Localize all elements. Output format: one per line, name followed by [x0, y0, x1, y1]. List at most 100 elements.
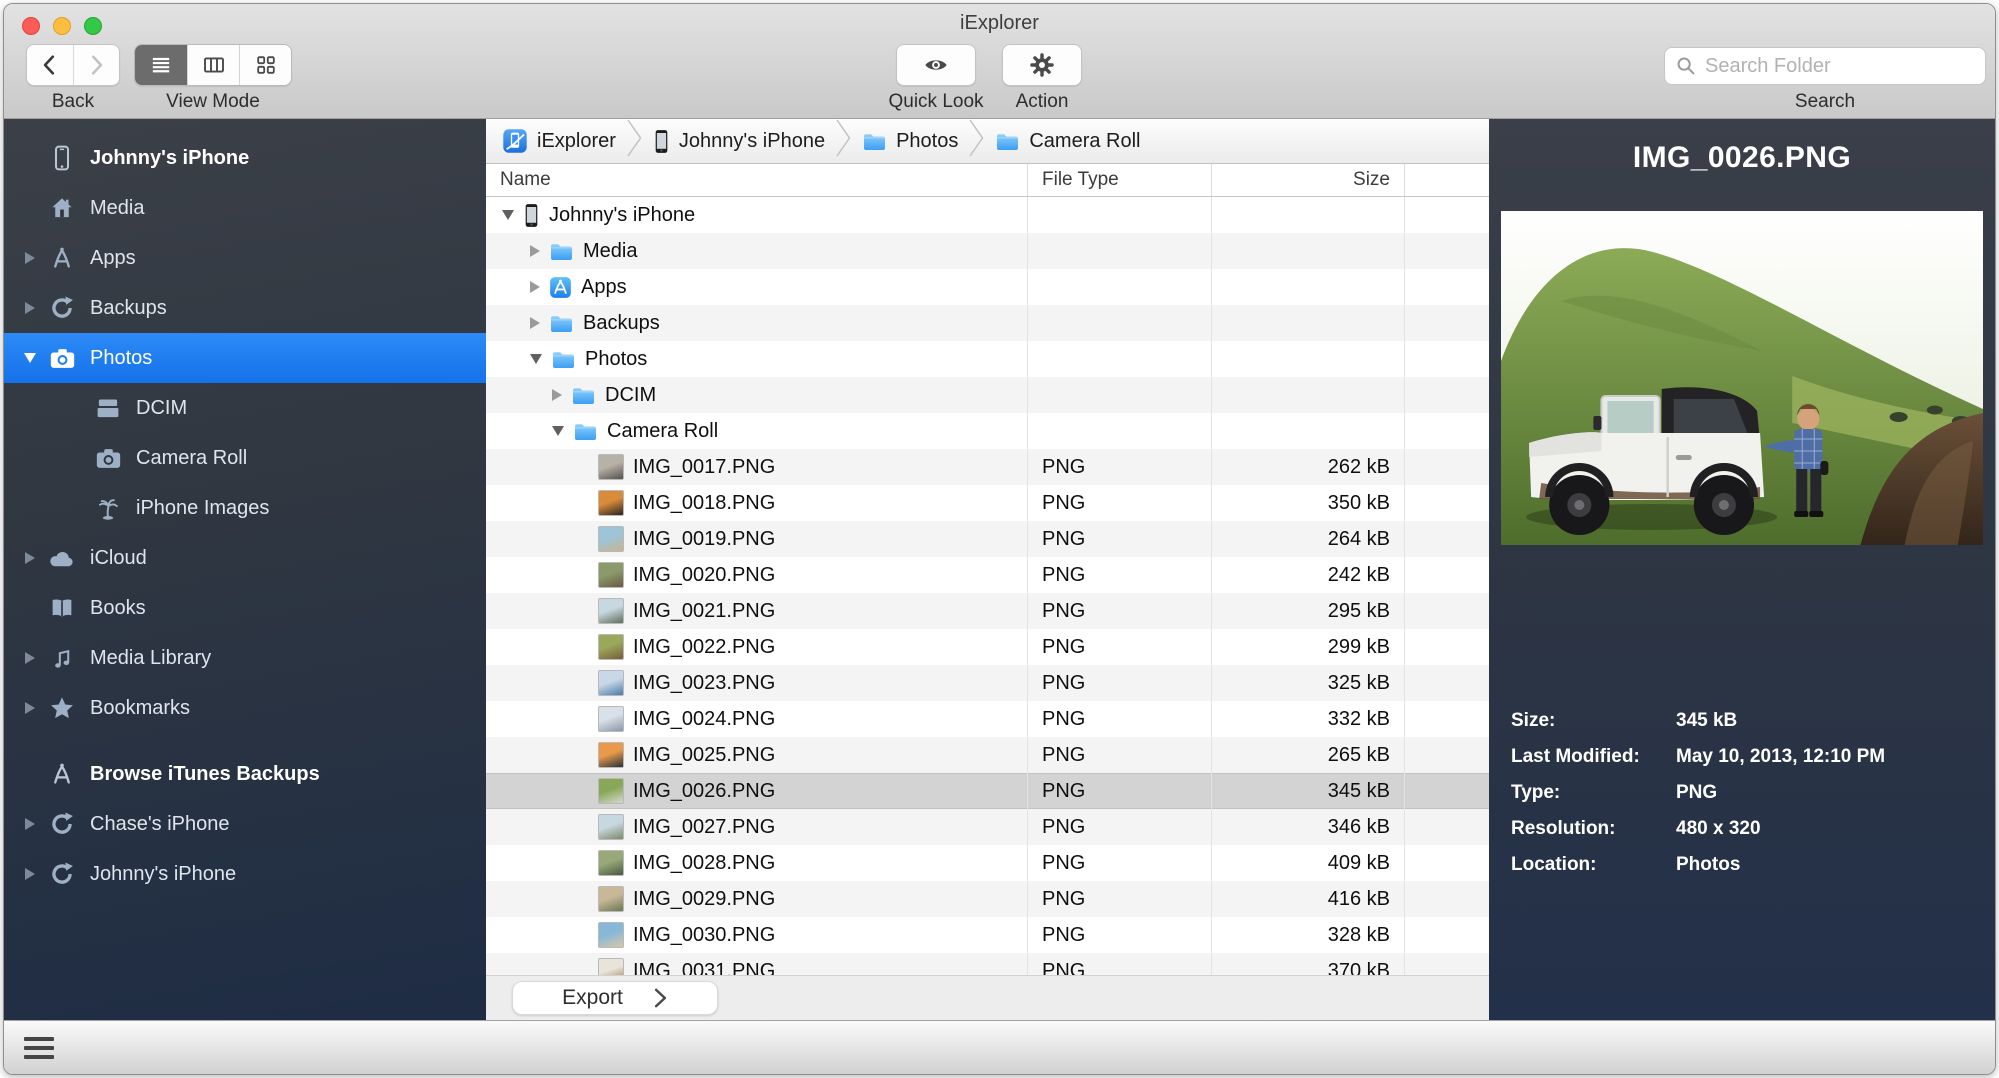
photo-thumbnail-icon	[598, 742, 624, 768]
quick-look-button[interactable]	[896, 44, 976, 86]
sidebar-item-label: Chase's iPhone	[90, 813, 229, 836]
sidebar-item-iphone-images[interactable]: iPhone Images	[4, 483, 486, 533]
table-row-img-0030-png[interactable]: IMG_0030.PNGPNG328 kB	[486, 917, 1489, 953]
disclosure-open-icon[interactable]	[22, 353, 38, 363]
sidebar-item-johnny-s-iphone[interactable]: Johnny's iPhone	[4, 133, 486, 183]
sidebar-item-media[interactable]: Media	[4, 183, 486, 233]
preview-panel: IMG_0026.PNG	[1489, 119, 1995, 1020]
forward-button[interactable]	[73, 45, 119, 85]
row-spacer-cell	[1404, 521, 1489, 557]
file-type-cell	[1027, 341, 1211, 377]
table-row-img-0018-png[interactable]: IMG_0018.PNGPNG350 kB	[486, 485, 1489, 521]
disclosure-open-icon[interactable]	[530, 354, 542, 364]
row-spacer-cell	[1404, 665, 1489, 701]
search-input[interactable]	[1705, 55, 1975, 78]
table-row-img-0027-png[interactable]: IMG_0027.PNGPNG346 kB	[486, 809, 1489, 845]
table-row-img-0028-png[interactable]: IMG_0028.PNGPNG409 kB	[486, 845, 1489, 881]
sidebar-item-label: Bookmarks	[90, 697, 190, 720]
file-name: Apps	[581, 276, 627, 299]
column-header-name[interactable]: Name	[486, 169, 1027, 191]
table-row-img-0020-png[interactable]: IMG_0020.PNGPNG242 kB	[486, 557, 1489, 593]
iphone-outline-icon	[46, 144, 78, 172]
sidebar-item-dcim[interactable]: DCIM	[4, 383, 486, 433]
file-size-cell: 409 kB	[1211, 845, 1404, 881]
table-row-johnny-s-iphone[interactable]: Johnny's iPhone	[486, 197, 1489, 233]
search-field[interactable]	[1664, 47, 1986, 85]
sidebar-item-chase-s-iphone[interactable]: Chase's iPhone	[4, 799, 486, 849]
column-header-file-type[interactable]: File Type	[1027, 164, 1211, 196]
breadcrumb-item-iexplorer[interactable]: iExplorer	[502, 128, 616, 154]
sidebar-item-icloud[interactable]: iCloud	[4, 533, 486, 583]
sidebar: Johnny's iPhone MediaAppsBackups Photos DCI…	[4, 119, 486, 1020]
meta-label: Resolution:	[1511, 818, 1676, 840]
export-button[interactable]: Export	[512, 981, 718, 1015]
disclosure-closed-icon[interactable]	[22, 552, 38, 564]
table-row-img-0031-png[interactable]: IMG_0031.PNGPNG370 kB	[486, 953, 1489, 975]
menu-icon[interactable]	[24, 1037, 54, 1059]
table-row-img-0029-png[interactable]: IMG_0029.PNGPNG416 kB	[486, 881, 1489, 917]
action-button[interactable]	[1002, 44, 1082, 86]
disclosure-closed-icon[interactable]	[22, 702, 38, 714]
table-row-img-0023-png[interactable]: IMG_0023.PNGPNG325 kB	[486, 665, 1489, 701]
file-name: IMG_0018.PNG	[633, 492, 775, 515]
file-name: IMG_0017.PNG	[633, 456, 775, 479]
file-type-cell	[1027, 413, 1211, 449]
disclosure-closed-icon[interactable]	[22, 868, 38, 880]
disclosure-closed-icon[interactable]	[22, 302, 38, 314]
disclosure-closed-icon[interactable]	[22, 652, 38, 664]
table-row-img-0021-png[interactable]: IMG_0021.PNGPNG295 kB	[486, 593, 1489, 629]
disclosure-closed-icon[interactable]	[530, 281, 540, 293]
sidebar-item-backups[interactable]: Backups	[4, 283, 486, 333]
disclosure-open-icon[interactable]	[502, 210, 514, 220]
disclosure-closed-icon[interactable]	[22, 818, 38, 830]
breadcrumb-item-johnny-s-iphone[interactable]: Johnny's iPhone	[653, 129, 825, 154]
view-columns-button[interactable]	[187, 45, 239, 85]
file-type-cell: PNG	[1027, 845, 1211, 881]
sidebar-item-books[interactable]: Books	[4, 583, 486, 633]
disclosure-closed-icon[interactable]	[22, 252, 38, 264]
table-row-img-0026-png[interactable]: IMG_0026.PNGPNG345 kB	[486, 773, 1489, 809]
table-row-dcim[interactable]: DCIM	[486, 377, 1489, 413]
file-size-cell: 242 kB	[1211, 557, 1404, 593]
table-row-apps[interactable]: Apps	[486, 269, 1489, 305]
apps-compass-icon	[46, 761, 78, 787]
sidebar-item-camera-roll[interactable]: Camera Roll	[4, 433, 486, 483]
sidebar-item-label: Photos	[90, 347, 152, 370]
table-row-camera-roll[interactable]: Camera Roll	[486, 413, 1489, 449]
row-spacer-cell	[1404, 341, 1489, 377]
file-name: IMG_0027.PNG	[633, 816, 775, 839]
file-name: IMG_0024.PNG	[633, 708, 775, 731]
breadcrumb-item-photos[interactable]: Photos	[862, 130, 958, 153]
back-button[interactable]	[27, 45, 73, 85]
view-grid-button[interactable]	[239, 45, 291, 85]
breadcrumb-item-camera-roll[interactable]: Camera Roll	[995, 130, 1140, 153]
photo-thumbnail-icon	[598, 454, 624, 480]
row-spacer-cell	[1404, 377, 1489, 413]
table-row-img-0024-png[interactable]: IMG_0024.PNGPNG332 kB	[486, 701, 1489, 737]
table-row-photos[interactable]: Photos	[486, 341, 1489, 377]
table-row-img-0025-png[interactable]: IMG_0025.PNGPNG265 kB	[486, 737, 1489, 773]
sidebar-item-apps[interactable]: Apps	[4, 233, 486, 283]
disclosure-closed-icon[interactable]	[530, 245, 540, 257]
column-header-size[interactable]: Size	[1211, 164, 1404, 196]
table-row-img-0022-png[interactable]: IMG_0022.PNGPNG299 kB	[486, 629, 1489, 665]
table-row-media[interactable]: Media	[486, 233, 1489, 269]
jeep-photo-illustration	[1501, 211, 1983, 545]
sidebar-item-browse-itunes-backups[interactable]: Browse iTunes Backups	[4, 749, 486, 799]
sidebar-item-media-library[interactable]: Media Library	[4, 633, 486, 683]
photo-thumbnail-icon	[598, 670, 624, 696]
sidebar-item-johnny-s-iphone[interactable]: Johnny's iPhone	[4, 849, 486, 899]
table-row-img-0019-png[interactable]: IMG_0019.PNGPNG264 kB	[486, 521, 1489, 557]
sidebar-item-bookmarks[interactable]: Bookmarks	[4, 683, 486, 733]
view-list-button[interactable]	[135, 45, 187, 85]
table-row-img-0017-png[interactable]: IMG_0017.PNGPNG262 kB	[486, 449, 1489, 485]
photo-thumbnail-icon	[598, 922, 624, 948]
table-row-backups[interactable]: Backups	[486, 305, 1489, 341]
disclosure-open-icon[interactable]	[552, 426, 564, 436]
sidebar-item-label: Johnny's iPhone	[90, 147, 249, 170]
disclosure-closed-icon[interactable]	[552, 389, 562, 401]
folder-icon	[995, 131, 1020, 152]
disclosure-closed-icon[interactable]	[530, 317, 540, 329]
sidebar-item-photos[interactable]: Photos	[4, 333, 486, 383]
row-spacer-cell	[1404, 449, 1489, 485]
